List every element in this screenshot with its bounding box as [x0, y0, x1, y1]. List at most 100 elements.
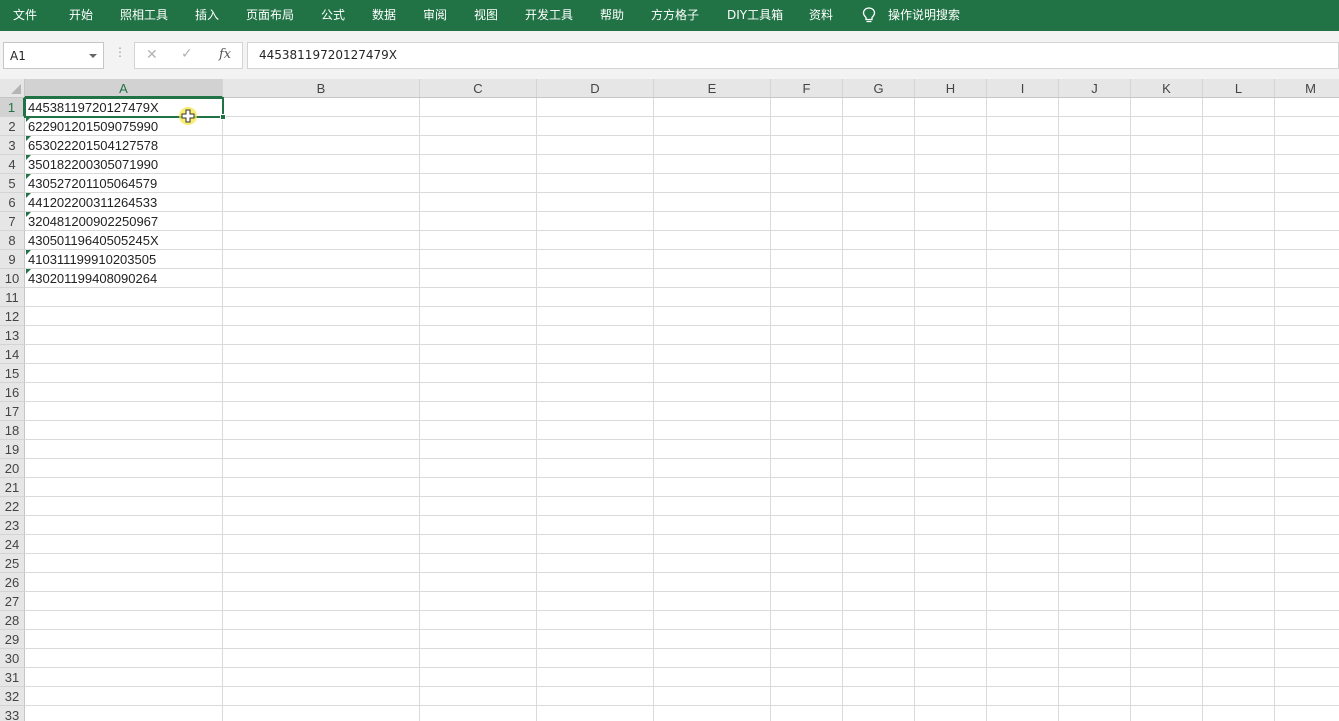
- tab-formulas[interactable]: 公式: [321, 0, 345, 31]
- column-divider: [770, 98, 771, 721]
- tab-fangfang-gezi[interactable]: 方方格子: [651, 0, 699, 31]
- enter-icon[interactable]: ✓: [181, 46, 193, 62]
- insert-function-icon[interactable]: fx: [219, 47, 231, 62]
- row-header-29[interactable]: 29: [0, 630, 25, 649]
- tab-camera-tools[interactable]: 照相工具: [120, 0, 168, 31]
- lightbulb-icon[interactable]: [862, 7, 876, 24]
- row-header-19[interactable]: 19: [0, 440, 25, 459]
- tab-view[interactable]: 视图: [474, 0, 498, 31]
- cell-a7[interactable]: 320481200902250967: [28, 212, 158, 231]
- row-header-3[interactable]: 3: [0, 136, 25, 155]
- cell-a5[interactable]: 430527201105064579: [28, 174, 157, 193]
- column-header-f[interactable]: F: [771, 79, 843, 97]
- text-number-indicator[interactable]: [26, 136, 31, 141]
- row-header-12[interactable]: 12: [0, 307, 25, 326]
- tell-me-search[interactable]: 操作说明搜索: [888, 0, 960, 31]
- row-header-23[interactable]: 23: [0, 516, 25, 535]
- vertical-dots-icon[interactable]: ⋮: [114, 45, 126, 59]
- column-divider: [536, 98, 537, 721]
- row-header-30[interactable]: 30: [0, 649, 25, 668]
- select-all-button[interactable]: [0, 79, 25, 97]
- row-header-13[interactable]: 13: [0, 326, 25, 345]
- row-header-26[interactable]: 26: [0, 573, 25, 592]
- cross-cursor-icon: [179, 107, 197, 125]
- column-divider: [986, 98, 987, 721]
- column-divider: [1058, 98, 1059, 721]
- formula-text: 44538119720127479X: [259, 48, 398, 62]
- formula-input[interactable]: 44538119720127479X: [247, 42, 1339, 69]
- cancel-icon[interactable]: ✕: [146, 47, 158, 63]
- text-number-indicator[interactable]: [26, 212, 31, 217]
- column-header-k[interactable]: K: [1131, 79, 1203, 97]
- text-number-indicator[interactable]: [26, 174, 31, 179]
- tab-review[interactable]: 审阅: [423, 0, 447, 31]
- column-header-l[interactable]: L: [1203, 79, 1275, 97]
- tab-page-layout[interactable]: 页面布局: [246, 0, 294, 31]
- column-header-c[interactable]: C: [420, 79, 537, 97]
- row-header-14[interactable]: 14: [0, 345, 25, 364]
- column-divider: [419, 98, 420, 721]
- cell-a6[interactable]: 441202200311264533: [28, 193, 157, 212]
- column-header-e[interactable]: E: [654, 79, 771, 97]
- cell-a10[interactable]: 430201199408090264: [28, 269, 157, 288]
- tab-data[interactable]: 数据: [372, 0, 396, 31]
- row-header-6[interactable]: 6: [0, 193, 25, 212]
- column-divider: [1202, 98, 1203, 721]
- row-header-33[interactable]: 33: [0, 706, 25, 721]
- row-header-10[interactable]: 10: [0, 269, 25, 288]
- name-box[interactable]: A1: [3, 42, 104, 69]
- row-header-20[interactable]: 20: [0, 459, 25, 478]
- column-header-j[interactable]: J: [1059, 79, 1131, 97]
- row-header-5[interactable]: 5: [0, 174, 25, 193]
- row-header-16[interactable]: 16: [0, 383, 25, 402]
- row-header-2[interactable]: 2: [0, 117, 25, 136]
- row-header-11[interactable]: 11: [0, 288, 25, 307]
- tab-home[interactable]: 开始: [69, 0, 93, 31]
- chevron-down-icon[interactable]: [89, 54, 97, 58]
- row-header-15[interactable]: 15: [0, 364, 25, 383]
- row-header-24[interactable]: 24: [0, 535, 25, 554]
- tab-materials[interactable]: 资料: [809, 0, 833, 31]
- column-header-g[interactable]: G: [843, 79, 915, 97]
- row-header-32[interactable]: 32: [0, 687, 25, 706]
- cell-a2[interactable]: 622901201509075990: [28, 117, 158, 136]
- formula-buttons: ✕ ✓ fx: [134, 42, 243, 69]
- tab-help[interactable]: 帮助: [600, 0, 624, 31]
- row-header-28[interactable]: 28: [0, 611, 25, 630]
- tab-insert[interactable]: 插入: [195, 0, 219, 31]
- column-divider: [1130, 98, 1131, 721]
- fill-handle[interactable]: [220, 114, 226, 120]
- row-header-27[interactable]: 27: [0, 592, 25, 611]
- column-header-i[interactable]: I: [987, 79, 1059, 97]
- row-header-21[interactable]: 21: [0, 478, 25, 497]
- row-header-17[interactable]: 17: [0, 402, 25, 421]
- ribbon-tab-bar: 文件 开始 照相工具 插入 页面布局 公式 数据 审阅 视图 开发工具 帮助 方…: [0, 0, 1339, 31]
- text-number-indicator[interactable]: [26, 269, 31, 274]
- tab-diy-toolbox[interactable]: DIY工具箱: [727, 0, 783, 31]
- row-header-18[interactable]: 18: [0, 421, 25, 440]
- cell-a3[interactable]: 653022201504127578: [28, 136, 158, 155]
- cell-a9[interactable]: 410311199910203505: [28, 250, 156, 269]
- tab-file[interactable]: 文件: [13, 0, 37, 31]
- cell-a4[interactable]: 350182200305071990: [28, 155, 158, 174]
- text-number-indicator[interactable]: [26, 155, 31, 160]
- row-header-7[interactable]: 7: [0, 212, 25, 231]
- row-header-22[interactable]: 22: [0, 497, 25, 516]
- text-number-indicator[interactable]: [26, 193, 31, 198]
- column-header-h[interactable]: H: [915, 79, 987, 97]
- column-header-b[interactable]: B: [223, 79, 420, 97]
- text-number-indicator[interactable]: [26, 250, 31, 255]
- column-header-d[interactable]: D: [537, 79, 654, 97]
- cell-a8[interactable]: 43050119640505245X: [28, 231, 159, 250]
- row-header-31[interactable]: 31: [0, 668, 25, 687]
- row-header-9[interactable]: 9: [0, 250, 25, 269]
- column-divider: [842, 98, 843, 721]
- tab-developer[interactable]: 开发工具: [525, 0, 573, 31]
- row-header-25[interactable]: 25: [0, 554, 25, 573]
- row-header-4[interactable]: 4: [0, 155, 25, 174]
- row-header-1[interactable]: 1: [0, 98, 25, 117]
- column-divider: [653, 98, 654, 721]
- column-header-m[interactable]: M: [1275, 79, 1339, 97]
- row-header-8[interactable]: 8: [0, 231, 25, 250]
- column-header-a[interactable]: A: [25, 79, 223, 98]
